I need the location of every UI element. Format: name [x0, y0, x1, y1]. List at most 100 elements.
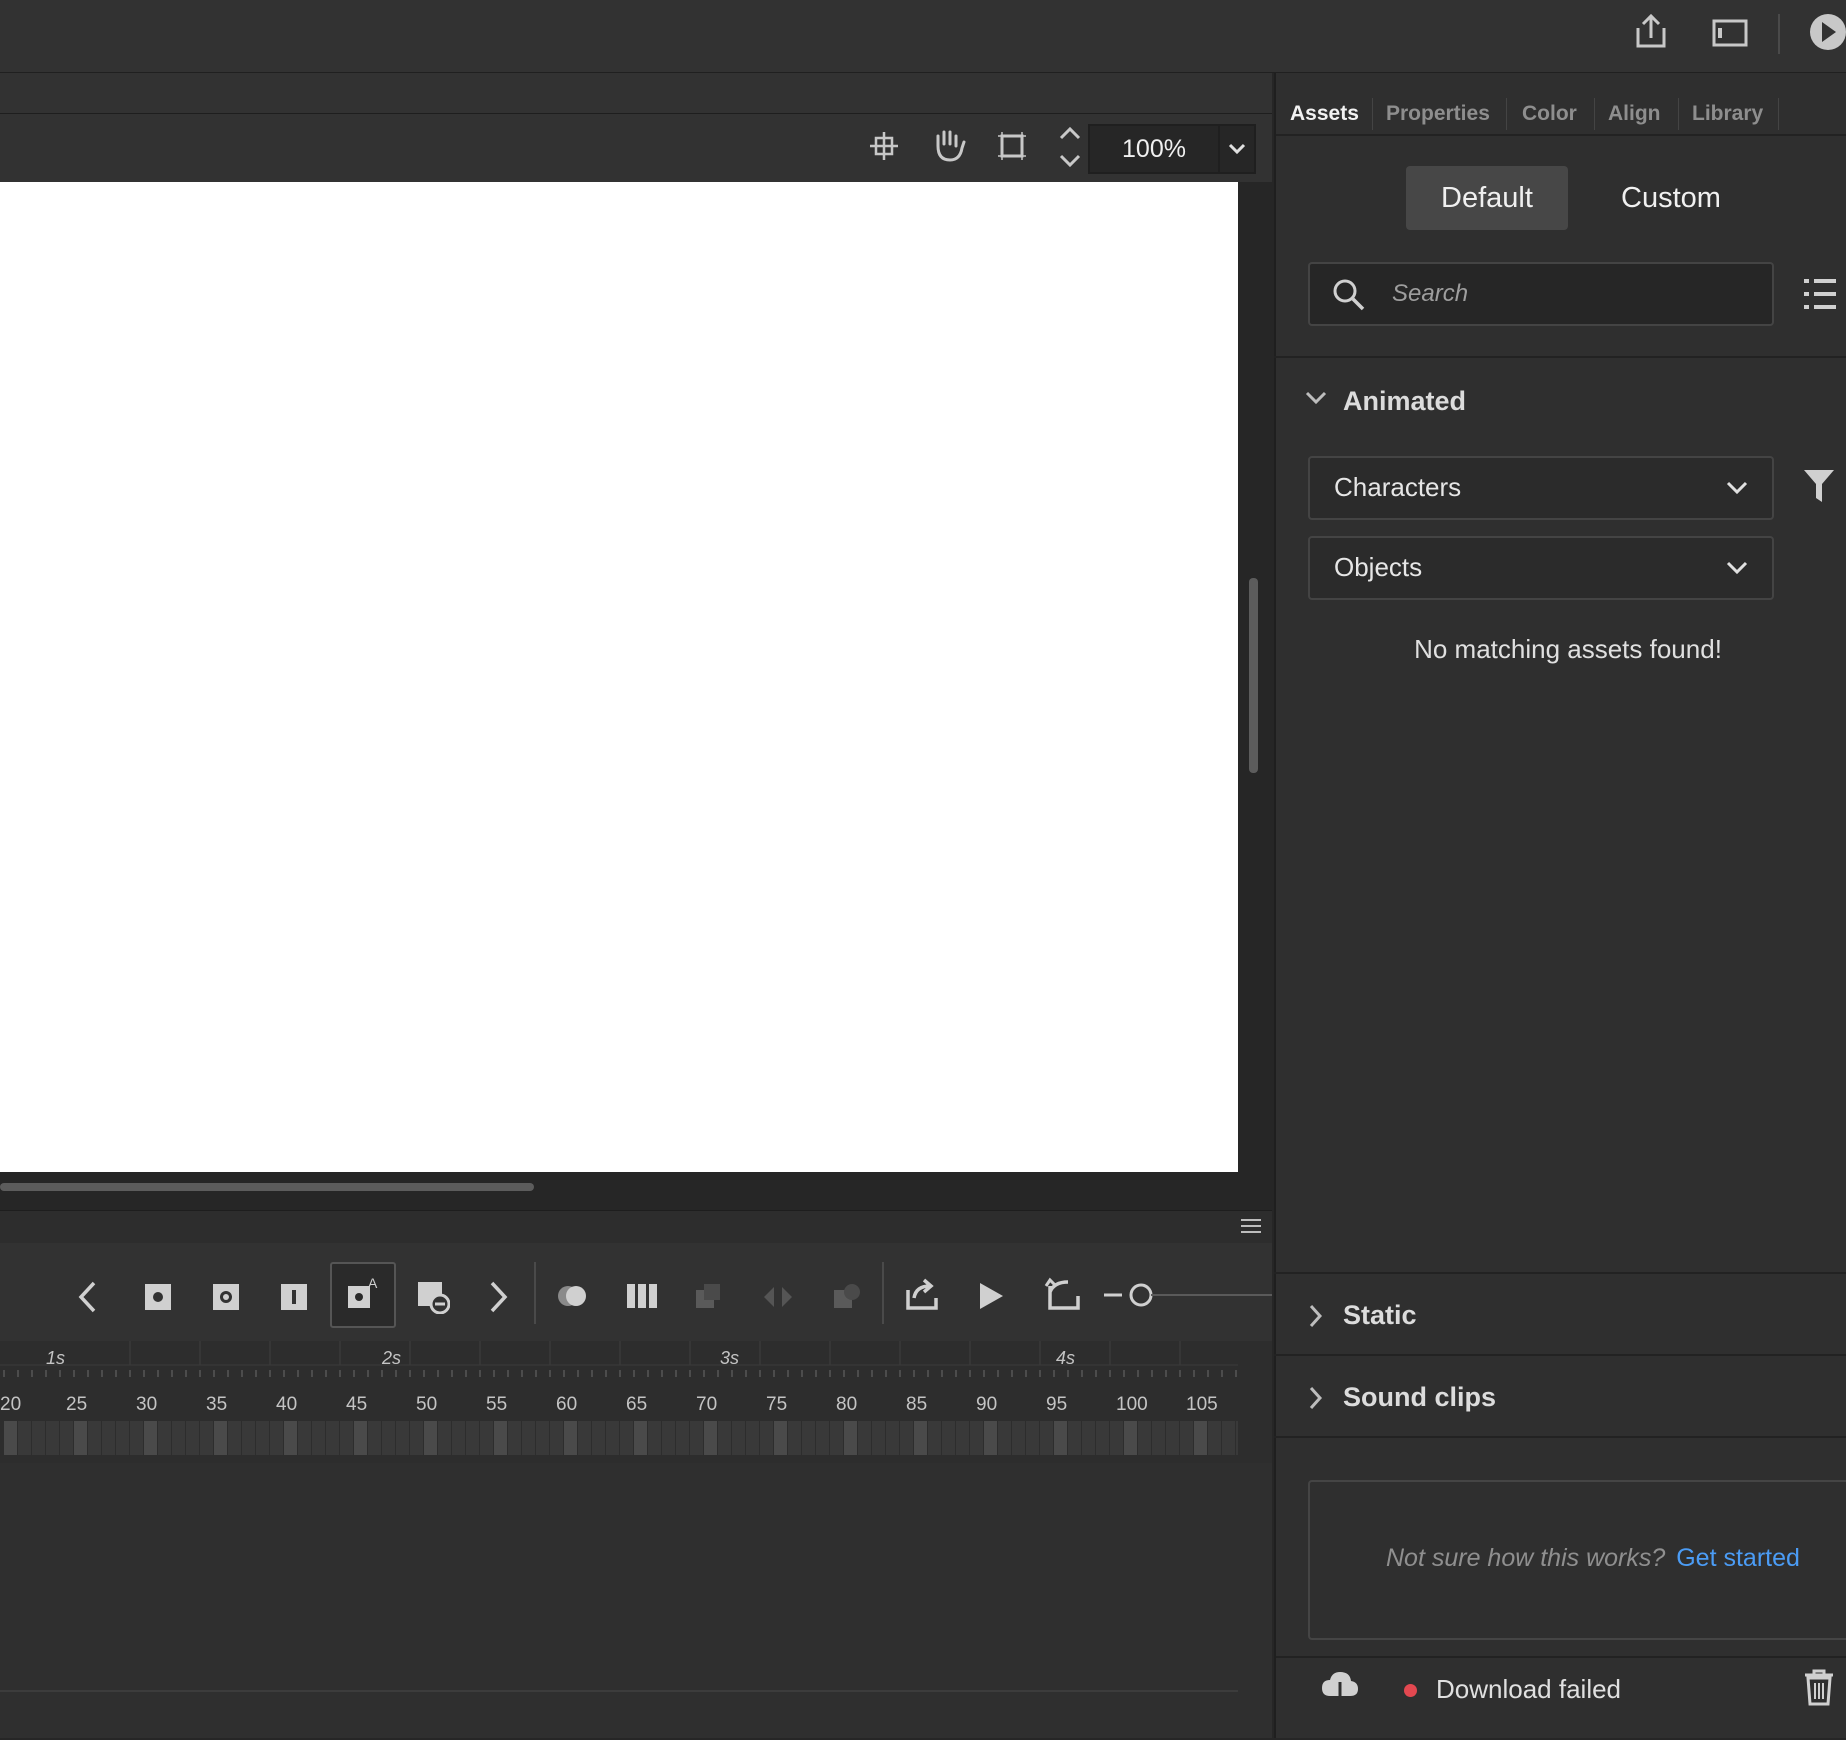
frame-cell[interactable]	[186, 1421, 199, 1455]
frame-cell[interactable]	[424, 1421, 437, 1455]
frame-cell[interactable]	[1110, 1421, 1123, 1455]
frame-cell[interactable]	[284, 1421, 297, 1455]
frame-cell[interactable]	[648, 1421, 661, 1455]
frame-cell[interactable]	[858, 1421, 871, 1455]
frame-cell[interactable]	[382, 1421, 395, 1455]
frame-cell[interactable]	[536, 1421, 549, 1455]
frame-cell[interactable]	[4, 1421, 17, 1455]
hand-tool-icon[interactable]	[930, 128, 970, 164]
frame-cell[interactable]	[564, 1421, 577, 1455]
test-movie-play-icon[interactable]	[1808, 12, 1846, 52]
frame-cell[interactable]	[550, 1421, 563, 1455]
frame-cell[interactable]	[368, 1421, 381, 1455]
frame-cell[interactable]	[1208, 1421, 1221, 1455]
frame-cell[interactable]	[494, 1421, 507, 1455]
next-keyframe-icon[interactable]	[486, 1280, 510, 1314]
frame-cell[interactable]	[130, 1421, 143, 1455]
frame-cell[interactable]	[606, 1421, 619, 1455]
zoom-dropdown-button[interactable]	[1218, 124, 1256, 174]
share-icon[interactable]	[1632, 12, 1670, 50]
frame-cell[interactable]	[396, 1421, 409, 1455]
search-field[interactable]: Search	[1308, 262, 1774, 326]
frame-cell[interactable]	[690, 1421, 703, 1455]
frame-cell[interactable]	[1166, 1421, 1179, 1455]
frame-cell[interactable]	[1026, 1421, 1039, 1455]
default-segment-button[interactable]: Default	[1406, 166, 1568, 230]
frame-cell[interactable]	[1194, 1421, 1207, 1455]
frame-cell[interactable]	[116, 1421, 129, 1455]
frame-cell[interactable]	[410, 1421, 423, 1455]
frame-cell[interactable]	[662, 1421, 675, 1455]
frame-cell[interactable]	[900, 1421, 913, 1455]
frame-cell[interactable]	[326, 1421, 339, 1455]
frame-cell[interactable]	[354, 1421, 367, 1455]
frame-cell[interactable]	[1236, 1421, 1238, 1455]
frame-cell[interactable]	[592, 1421, 605, 1455]
edit-multiple-frames-icon[interactable]	[624, 1280, 660, 1314]
frame-cell[interactable]	[74, 1421, 87, 1455]
frame-cell[interactable]	[1082, 1421, 1095, 1455]
list-view-icon[interactable]	[1802, 276, 1838, 312]
zoom-field[interactable]: 100%	[1088, 124, 1220, 174]
play-icon[interactable]	[976, 1280, 1006, 1312]
frame-cell[interactable]	[480, 1421, 493, 1455]
frame-cell[interactable]	[788, 1421, 801, 1455]
auto-keyframe-toggle[interactable]: A	[330, 1262, 396, 1328]
insert-blank-keyframe-icon[interactable]	[211, 1282, 241, 1312]
frame-cell[interactable]	[228, 1421, 241, 1455]
frame-cell[interactable]	[872, 1421, 885, 1455]
frame-cell[interactable]	[886, 1421, 899, 1455]
onion-skin-icon[interactable]	[554, 1280, 594, 1314]
previous-keyframe-icon[interactable]	[76, 1280, 100, 1314]
frame-cell[interactable]	[620, 1421, 633, 1455]
frame-cell[interactable]	[942, 1421, 955, 1455]
frame-cell[interactable]	[802, 1421, 815, 1455]
frame-cell[interactable]	[340, 1421, 353, 1455]
frame-cell[interactable]	[242, 1421, 255, 1455]
frame-cell[interactable]	[830, 1421, 843, 1455]
frame-zoom-slider-icon[interactable]	[1102, 1280, 1272, 1310]
frame-cell[interactable]	[732, 1421, 745, 1455]
frame-cell[interactable]	[32, 1421, 45, 1455]
frame-cell[interactable]	[956, 1421, 969, 1455]
frame-cell[interactable]	[438, 1421, 451, 1455]
frame-cell[interactable]	[914, 1421, 927, 1455]
frame-cell[interactable]	[998, 1421, 1011, 1455]
trash-icon[interactable]	[1802, 1668, 1836, 1706]
frame-cell[interactable]	[634, 1421, 647, 1455]
filter-icon[interactable]	[1802, 468, 1836, 504]
search-input[interactable]: Search	[1392, 280, 1468, 308]
objects-dropdown[interactable]: Objects	[1308, 536, 1774, 600]
frame-cell[interactable]	[1152, 1421, 1165, 1455]
custom-segment-button[interactable]: Custom	[1590, 166, 1752, 230]
frame-cell[interactable]	[1222, 1421, 1235, 1455]
frame-cell[interactable]	[1124, 1421, 1137, 1455]
panel-layout-icon[interactable]	[1712, 18, 1748, 48]
frame-cell[interactable]	[200, 1421, 213, 1455]
frame-cell[interactable]	[144, 1421, 157, 1455]
frame-cell[interactable]	[172, 1421, 185, 1455]
frame-cell[interactable]	[256, 1421, 269, 1455]
frame-cell[interactable]	[214, 1421, 227, 1455]
frame-cell[interactable]	[1068, 1421, 1081, 1455]
tab-assets[interactable]: Assets	[1290, 96, 1359, 132]
frame-cell[interactable]	[452, 1421, 465, 1455]
static-section-header[interactable]: Static	[1274, 1272, 1846, 1356]
tab-library[interactable]: Library	[1692, 96, 1763, 132]
frame-cell[interactable]	[1180, 1421, 1193, 1455]
frame-cell[interactable]	[46, 1421, 59, 1455]
frame-cell[interactable]	[928, 1421, 941, 1455]
frame-cell[interactable]	[816, 1421, 829, 1455]
frame-cell[interactable]	[774, 1421, 787, 1455]
frame-cell[interactable]	[1054, 1421, 1067, 1455]
get-started-link[interactable]: Get started	[1676, 1544, 1800, 1572]
panel-menu-icon[interactable]	[1240, 1217, 1262, 1235]
clear-keyframe-icon[interactable]	[416, 1280, 450, 1314]
tab-align[interactable]: Align	[1608, 96, 1661, 132]
frame-cell[interactable]	[676, 1421, 689, 1455]
stage-canvas[interactable]	[0, 182, 1238, 1172]
frame-cell[interactable]	[1138, 1421, 1151, 1455]
frame-cell[interactable]	[270, 1421, 283, 1455]
frame-cell[interactable]	[508, 1421, 521, 1455]
horizontal-scrollbar[interactable]	[0, 1183, 534, 1191]
